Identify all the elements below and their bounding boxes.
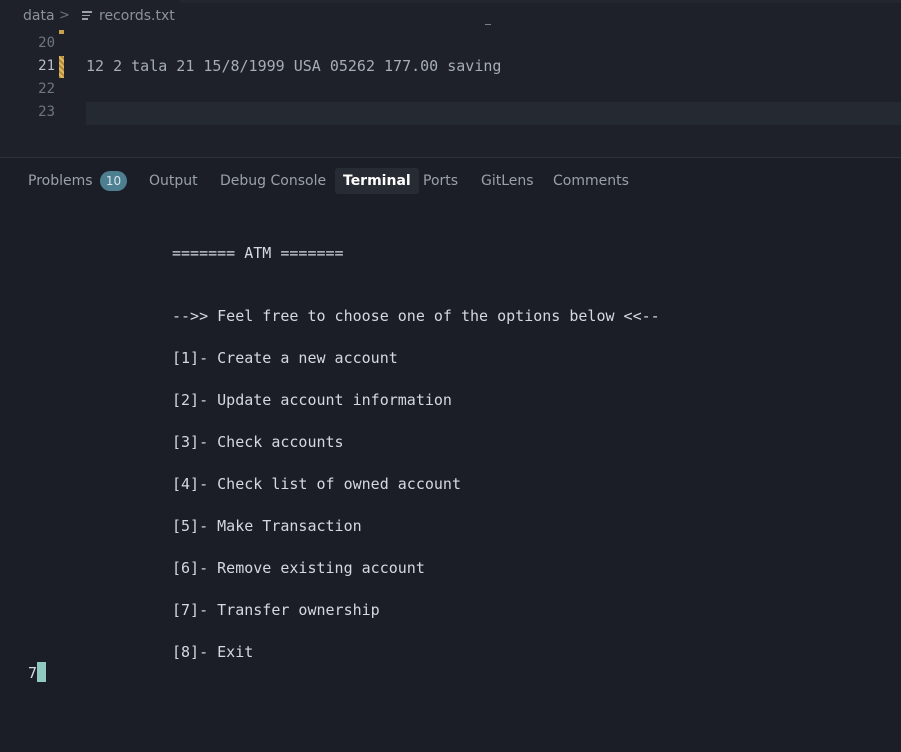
terminal-option: [5]- Make Transaction bbox=[172, 517, 362, 535]
tab-problems[interactable]: Problems bbox=[20, 168, 101, 194]
code-line[interactable]: 12 2 tala 21 15/8/1999 USA 05262 177.00 … bbox=[86, 57, 501, 75]
breadcrumb: data > records.txt bbox=[0, 0, 901, 32]
terminal-option: [6]- Remove existing account bbox=[172, 559, 425, 577]
terminal-option: [7]- Transfer ownership bbox=[172, 601, 380, 619]
lines-file-icon bbox=[82, 11, 92, 21]
terminal-option: [3]- Check accounts bbox=[172, 433, 344, 451]
modified-gutter-marker bbox=[59, 56, 64, 78]
tab-output[interactable]: Output bbox=[141, 168, 206, 194]
tab-terminal[interactable]: Terminal bbox=[335, 168, 419, 194]
terminal-option: [4]- Check list of owned account bbox=[172, 475, 461, 493]
problems-count-badge: 10 bbox=[100, 171, 127, 191]
panel-tabs: Problems 10 Output Debug Console Termina… bbox=[0, 166, 901, 196]
terminal-option: [8]- Exit bbox=[172, 643, 254, 661]
line-number: 21 bbox=[38, 58, 55, 74]
line-number: 22 bbox=[38, 81, 55, 97]
tab-ports[interactable]: Ports bbox=[415, 168, 466, 194]
tab-gitlens[interactable]: GitLens bbox=[473, 168, 542, 194]
line-number: 20 bbox=[38, 35, 55, 51]
current-line-highlight bbox=[86, 102, 901, 125]
breadcrumb-folder[interactable]: data bbox=[23, 8, 55, 24]
breadcrumb-file[interactable]: records.txt bbox=[99, 8, 175, 24]
tab-label: Problems bbox=[28, 173, 93, 189]
line-number: 23 bbox=[38, 104, 55, 120]
bottom-panel: Problems 10 Output Debug Console Termina… bbox=[0, 158, 901, 752]
tab-comments[interactable]: Comments bbox=[545, 168, 637, 194]
editor-area[interactable]: data > records.txt 20 21 22 23 12 2 tala… bbox=[0, 0, 901, 158]
tab-debug-console[interactable]: Debug Console bbox=[212, 168, 334, 194]
terminal-prompt: -->> Feel free to choose one of the opti… bbox=[172, 307, 660, 325]
terminal-header: ======= ATM ======= bbox=[172, 244, 344, 262]
terminal-option: [2]- Update account information bbox=[172, 391, 452, 409]
breadcrumb-separator: > bbox=[59, 8, 70, 23]
modified-gutter-marker bbox=[59, 30, 64, 34]
terminal-cursor bbox=[37, 662, 46, 682]
terminal-input[interactable]: 7 bbox=[28, 664, 37, 682]
terminal-option: [1]- Create a new account bbox=[172, 349, 398, 367]
fold-marker bbox=[485, 24, 491, 25]
